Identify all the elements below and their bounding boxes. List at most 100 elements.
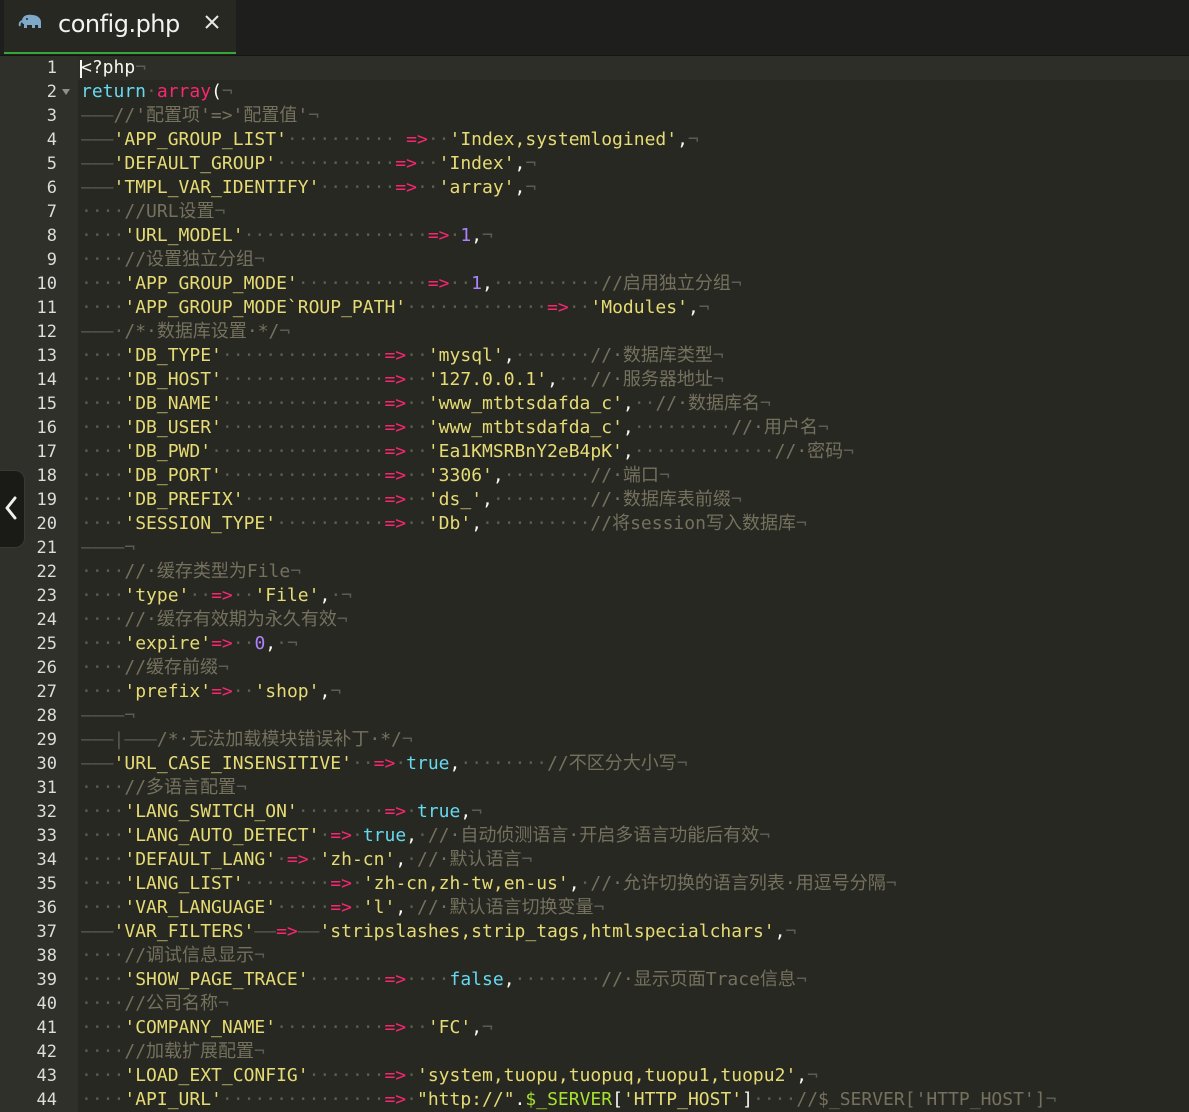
- whitespace-marker: ·············: [243, 489, 385, 510]
- code-line[interactable]: 7 ····//URL设置¬: [0, 200, 1189, 224]
- code-line[interactable]: 41 ····'COMPANY_NAME'··········=>··'FC',¬: [0, 1016, 1189, 1040]
- whitespace-marker: ·······: [514, 345, 591, 366]
- line-number: 44: [36, 1090, 57, 1110]
- string-token: 'mysql': [427, 345, 504, 366]
- code-line[interactable]: 30 ———'URL_CASE_INSENSITIVE'··=>·true,···…: [0, 752, 1189, 776]
- number-token: 1: [460, 225, 472, 246]
- string-token: 'system,tuopu,tuopuq,tuopu1,tuopu2': [416, 1065, 797, 1086]
- code-line[interactable]: 29 ———|———/*·无法加载模块错误补丁·*/¬: [0, 728, 1189, 752]
- code-line[interactable]: 21 ————¬: [0, 536, 1189, 560]
- code-line[interactable]: 10 ····'APP_GROUP_MODE'············=>··1,…: [0, 272, 1189, 296]
- code-line[interactable]: 13 ····'DB_TYPE'···············=>··'mysql…: [0, 344, 1189, 368]
- operator-token: =>: [384, 465, 407, 486]
- code-text: ····'URL_MODEL'·················=>·1,¬: [81, 224, 493, 248]
- string-token: 'API_URL': [124, 1089, 222, 1110]
- code-line[interactable]: 5 ———'DEFAULT_GROUP'···········=>··'Index…: [0, 152, 1189, 176]
- whitespace-marker: ¬: [482, 1017, 493, 1038]
- tab-config-php[interactable]: config.php: [4, 0, 236, 54]
- code-line[interactable]: 3 ———//'配置项'=>'配置值'¬: [0, 104, 1189, 128]
- code-line[interactable]: 2 return·array(¬: [0, 80, 1189, 104]
- code-line[interactable]: 42 ····//加载扩展配置¬: [0, 1040, 1189, 1064]
- string-token: 'Modules': [590, 297, 688, 318]
- operator-token: =>: [330, 825, 352, 846]
- line-number: 40: [36, 994, 57, 1014]
- code-line[interactable]: 9 ····//设置独立分组¬: [0, 248, 1189, 272]
- code-text: ····'LANG_SWITCH_ON'········=>·true,¬: [81, 800, 482, 824]
- code-line[interactable]: 40 ····//公司名称¬: [0, 992, 1189, 1016]
- code-line[interactable]: 22 ····//·缓存类型为File¬: [0, 560, 1189, 584]
- code-line[interactable]: 26 ····//缓存前缀¬: [0, 656, 1189, 680]
- comment-token: //·数据库名: [655, 393, 760, 414]
- code-line[interactable]: 35 ····'LANG_LIST'········=>·'zh-cn,zh-tw…: [0, 872, 1189, 896]
- code-text: ····'LANG_LIST'········=>·'zh-cn,zh-tw,e…: [81, 872, 897, 896]
- whitespace-marker: ····: [81, 585, 125, 606]
- code-line[interactable]: 19 ····'DB_PREFIX'·············=>··'ds_',…: [0, 488, 1189, 512]
- code-line[interactable]: 25 ····'expire'=>··0,·¬: [0, 632, 1189, 656]
- code-line[interactable]: 14 ····'DB_HOST'···············=>··'127.0…: [0, 368, 1189, 392]
- sidebar-toggle-button[interactable]: [0, 470, 25, 548]
- code-line[interactable]: 1 <?php¬: [0, 56, 1189, 80]
- code-line[interactable]: 39 ····'SHOW_PAGE_TRACE'·······=>····fals…: [0, 968, 1189, 992]
- code-line[interactable]: 34 ····'DEFAULT_LANG'·=>·'zh-cn',·//·默认语言…: [0, 848, 1189, 872]
- line-number: 7: [46, 202, 57, 222]
- code-line[interactable]: 8 ····'URL_MODEL'·················=>·1,¬: [0, 224, 1189, 248]
- code-line[interactable]: 27 ····'prefix'=>··'shop',¬: [0, 680, 1189, 704]
- code-text: ····'SESSION_TYPE'··········=>··'Db',···…: [81, 512, 807, 536]
- whitespace-marker: ········: [460, 753, 548, 774]
- whitespace-marker: ———: [81, 105, 114, 126]
- code-text: ····'DB_TYPE'···············=>··'mysql',…: [81, 344, 724, 368]
- whitespace-marker: ·······: [308, 969, 385, 990]
- comment-token: //·显示页面Trace信息: [601, 969, 796, 990]
- code-line[interactable]: 37 ———'VAR_FILTERS'——=>——'stripslashes,st…: [0, 920, 1189, 944]
- code-line[interactable]: 38 ····//调试信息显示¬: [0, 944, 1189, 968]
- whitespace-marker: ¬: [730, 489, 742, 510]
- whitespace-marker: ·: [308, 849, 320, 870]
- whitespace-marker: ····: [81, 225, 125, 246]
- code-line[interactable]: 11 ····'APP_GROUP_MODE`ROUP_PATH'········…: [0, 296, 1189, 320]
- code-line[interactable]: 23 ····'type'··=>··'File',·¬: [0, 584, 1189, 608]
- whitespace-marker: ·: [406, 801, 417, 822]
- whitespace-marker: ·: [417, 825, 428, 846]
- whitespace-marker: ·: [395, 753, 407, 774]
- keyword-token: true: [406, 753, 450, 774]
- string-token: 'FC': [427, 1017, 472, 1038]
- line-number: 29: [36, 730, 57, 750]
- string-token: 'DB_NAME': [124, 393, 222, 414]
- code-line[interactable]: 6 ———'TMPL_VAR_IDENTIFY'·······=>··'array…: [0, 176, 1189, 200]
- code-line[interactable]: 4 ———'APP_GROUP_LIST'·········· =>··'Inde…: [0, 128, 1189, 152]
- code-line[interactable]: 43 ····'LOAD_EXT_CONFIG'·······=>·'system…: [0, 1064, 1189, 1088]
- whitespace-marker: ··: [406, 345, 428, 366]
- code-line[interactable]: 15 ····'DB_NAME'···············=>··'www_m…: [0, 392, 1189, 416]
- code-line[interactable]: 18 ····'DB_PORT'···············=>··'3306'…: [0, 464, 1189, 488]
- code-line[interactable]: 32 ····'LANG_SWITCH_ON'········=>·true,¬: [0, 800, 1189, 824]
- whitespace-marker: ········: [243, 873, 331, 894]
- code-line[interactable]: 44 ····'API_URL'···············=>·"http:/…: [0, 1088, 1189, 1112]
- number-token: 1: [471, 273, 483, 294]
- operator-token: =>: [384, 489, 407, 510]
- code-text: ····'SHOW_PAGE_TRACE'·······=>····false,…: [81, 968, 807, 992]
- whitespace-marker: ¬: [218, 993, 229, 1014]
- code-line[interactable]: 17 ····'DB_PWD'················=>··'Ea1KM…: [0, 440, 1189, 464]
- code-line[interactable]: 28 ————¬: [0, 704, 1189, 728]
- close-icon[interactable]: [200, 10, 224, 34]
- fold-arrow-icon[interactable]: [62, 89, 70, 95]
- code-line[interactable]: 12 ———·/*·数据库设置·*/¬: [0, 320, 1189, 344]
- string-token: 'COMPANY_NAME': [124, 1017, 277, 1038]
- code-line[interactable]: 31 ····//多语言配置¬: [0, 776, 1189, 800]
- code-line[interactable]: 24 ····//·缓存有效期为永久有效¬: [0, 608, 1189, 632]
- whitespace-marker: ··········: [286, 129, 407, 150]
- whitespace-marker: ··········: [276, 513, 385, 534]
- code-line[interactable]: 20 ····'SESSION_TYPE'··········=>··'Db',·…: [0, 512, 1189, 536]
- code-line[interactable]: 36 ····'VAR_LANGUAGE'·····=>·'l',·//·默认语言…: [0, 896, 1189, 920]
- whitespace-marker: ··: [568, 297, 591, 318]
- comment-token: //·自动侦测语言·开启多语言功能后有效: [427, 825, 760, 846]
- whitespace-marker: ¬: [135, 57, 147, 78]
- code-line[interactable]: 33 ····'LANG_AUTO_DETECT'·=>·true,·//·自动侦…: [0, 824, 1189, 848]
- code-line[interactable]: 16 ····'DB_USER'···············=>··'www_m…: [0, 416, 1189, 440]
- string-token: '3306': [427, 465, 493, 486]
- string-token: 'DEFAULT_GROUP': [113, 153, 277, 174]
- whitespace-marker: ¬: [807, 1065, 818, 1086]
- code-text: ····//设置独立分组¬: [81, 248, 265, 272]
- whitespace-marker: ·: [406, 1089, 417, 1110]
- string-token: 'LANG_AUTO_DETECT': [124, 825, 320, 846]
